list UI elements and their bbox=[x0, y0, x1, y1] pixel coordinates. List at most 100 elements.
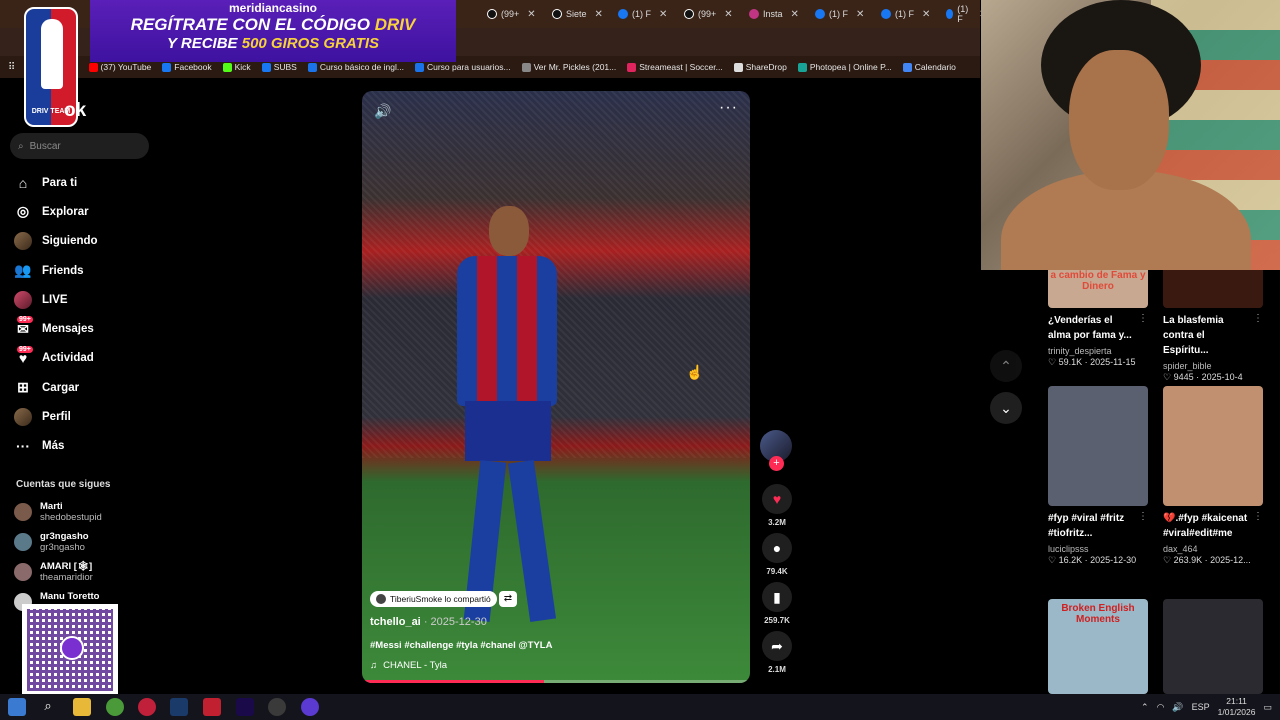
bookmark-item[interactable]: Curso para usuarios... bbox=[414, 62, 511, 72]
sidebar-item-label: Siguiendo bbox=[42, 235, 98, 248]
video-title[interactable]: #fyp #viral #fritz #tiofritz... bbox=[1048, 511, 1138, 541]
close-icon[interactable]: ✕ bbox=[856, 9, 864, 20]
bookmark-item[interactable]: Kick bbox=[222, 62, 251, 72]
close-icon[interactable]: ✕ bbox=[724, 9, 732, 20]
sidebar-item-live[interactable]: LIVE bbox=[14, 285, 98, 314]
video-author[interactable]: tchello_ai bbox=[370, 616, 421, 628]
music-title[interactable]: CHANEL - Tyla bbox=[383, 660, 447, 671]
more-options-icon[interactable]: ⋮ bbox=[1253, 313, 1263, 324]
browser-tab[interactable]: Insta ✕ bbox=[749, 4, 799, 24]
video-player[interactable]: 🔊 ··· TiberiuSmoke lo compartió ⇄ tchell… bbox=[362, 91, 750, 683]
wifi-icon[interactable]: ◠ bbox=[1157, 702, 1165, 713]
browser-tab[interactable]: (1) F ✕ bbox=[815, 4, 864, 24]
volume-tray-icon[interactable]: 🔊 bbox=[1172, 702, 1183, 713]
sidebar-item-cargar[interactable]: ⊞ Cargar bbox=[14, 373, 98, 402]
sidebar-item-para-ti[interactable]: ⌂ Para ti bbox=[14, 168, 98, 197]
video-title[interactable]: La blasfemia contra el Espíritu... bbox=[1163, 313, 1253, 358]
bookmark-item[interactable]: Photopea | Online P... bbox=[797, 62, 892, 72]
video-user[interactable]: luciclipsss bbox=[1048, 543, 1150, 555]
video-card[interactable] bbox=[1163, 599, 1265, 694]
browser-tab[interactable]: (99+ ✕ bbox=[487, 4, 536, 24]
browser-tab[interactable]: (99+ ✕ bbox=[684, 4, 733, 24]
close-icon[interactable]: ✕ bbox=[527, 9, 535, 20]
steam-icon[interactable] bbox=[170, 698, 188, 716]
creator-avatar[interactable]: + bbox=[760, 430, 792, 471]
video-title[interactable]: ¿Venderías el alma por fama y... bbox=[1048, 313, 1138, 343]
video-user[interactable]: dax_464 bbox=[1163, 543, 1265, 555]
comment-button[interactable]: ● bbox=[762, 533, 792, 563]
video-card[interactable]: #fyp #viral #fritz #tiofritz... ⋮ luciclip… bbox=[1048, 386, 1150, 566]
following-account[interactable]: Marti shedobestupid bbox=[14, 497, 102, 527]
tiktok-logo[interactable]: ok bbox=[64, 100, 86, 122]
sidebar-item-friends[interactable]: 👥 Friends bbox=[14, 256, 98, 285]
notification-icon[interactable]: ▭ bbox=[1263, 702, 1272, 713]
following-account[interactable]: gr3ngasho gr3ngasho bbox=[14, 527, 102, 557]
video-thumbnail[interactable] bbox=[1048, 386, 1148, 506]
sidebar-item-actividad[interactable]: ♥ 99+ Actividad bbox=[14, 344, 98, 373]
bookmark-item[interactable]: Facebook bbox=[162, 62, 212, 72]
browser-icon[interactable] bbox=[301, 698, 319, 716]
sidebar-item-mensajes[interactable]: ✉ 99+ Mensajes bbox=[14, 314, 98, 343]
file-explorer-icon[interactable] bbox=[73, 698, 91, 716]
bookmark-label: Calendario bbox=[914, 62, 956, 72]
clock[interactable]: 21:11 1/01/2026 bbox=[1218, 696, 1256, 718]
share-button[interactable]: ➦ bbox=[762, 631, 792, 661]
start-icon[interactable] bbox=[8, 698, 26, 716]
video-card[interactable]: 💔.#fyp #kaicenat #viral#edit#me ⋮ dax_464 ♡… bbox=[1163, 386, 1265, 566]
sidebar-item-siguiendo[interactable]: Siguiendo bbox=[14, 227, 98, 256]
previous-video-button[interactable]: ⌃ bbox=[990, 350, 1022, 382]
more-options-icon[interactable]: ··· bbox=[719, 99, 738, 117]
language-indicator[interactable]: ESP bbox=[1192, 702, 1210, 712]
follow-plus-icon[interactable]: + bbox=[769, 456, 784, 471]
video-progress-bar[interactable] bbox=[362, 680, 750, 683]
sidebar-item-explorar[interactable]: ◎ Explorar bbox=[14, 197, 98, 226]
media-player-icon[interactable] bbox=[138, 698, 156, 716]
video-user[interactable]: trinity_despierta bbox=[1048, 345, 1150, 357]
browser-tab[interactable]: (1) F ✕ bbox=[881, 4, 930, 24]
like-button[interactable]: ♥ bbox=[762, 484, 792, 514]
bookmark-item[interactable]: Ver Mr. Pickles (201... bbox=[521, 62, 616, 72]
bookmark-item[interactable]: Streameast | Soccer... bbox=[627, 62, 723, 72]
next-video-button[interactable]: ⌄ bbox=[990, 392, 1022, 424]
search-input[interactable]: ⌕ Buscar bbox=[10, 133, 149, 159]
video-thumbnail[interactable]: Broken English Moments bbox=[1048, 599, 1148, 694]
heart-icon: ♡ bbox=[1048, 555, 1059, 565]
bookmark-item[interactable]: ShareDrop bbox=[733, 62, 787, 72]
save-button[interactable]: ▮ bbox=[762, 582, 792, 612]
tray-chevron-icon[interactable]: ⌃ bbox=[1141, 702, 1149, 713]
video-card[interactable]: Broken English Moments bbox=[1048, 599, 1150, 694]
video-user[interactable]: spider_bible bbox=[1163, 360, 1265, 372]
browser-tab[interactable]: Siete ✕ bbox=[552, 4, 603, 24]
bookmark-item[interactable]: SUBS bbox=[261, 62, 297, 72]
repost-badge[interactable]: TiberiuSmoke lo compartió bbox=[370, 591, 497, 607]
video-title[interactable]: 💔.#fyp #kaicenat #viral#edit#me bbox=[1163, 511, 1253, 541]
sidebar-item-perfil[interactable]: Perfil bbox=[14, 402, 98, 431]
following-account[interactable]: AMARI [🕸] theamaridior bbox=[14, 557, 102, 587]
banner-code: DRIV bbox=[374, 15, 416, 34]
bookmark-item[interactable]: Curso básico de ingl... bbox=[307, 62, 404, 72]
close-icon[interactable]: ✕ bbox=[659, 9, 667, 20]
bookmark-icon bbox=[414, 62, 424, 72]
obs-icon[interactable] bbox=[268, 698, 286, 716]
more-options-icon[interactable]: ⋮ bbox=[1253, 511, 1263, 522]
sidebar-item-m-s[interactable]: ··· Más bbox=[14, 432, 98, 461]
apps-icon[interactable]: ⠿ bbox=[8, 62, 15, 73]
repost-icon[interactable]: ⇄ bbox=[499, 591, 517, 607]
compass-icon: ◎ bbox=[16, 203, 30, 220]
more-options-icon[interactable]: ⋮ bbox=[1138, 313, 1148, 324]
bookmark-item[interactable]: Calendario bbox=[902, 62, 956, 72]
volume-icon[interactable]: 🔊 bbox=[374, 103, 391, 120]
chrome-icon[interactable] bbox=[106, 698, 124, 716]
premiere-icon[interactable] bbox=[236, 698, 254, 716]
music-icon: ♫ bbox=[370, 660, 378, 671]
browser-tab[interactable]: (1) F ✕ bbox=[618, 4, 667, 24]
close-icon[interactable]: ✕ bbox=[791, 9, 799, 20]
more-options-icon[interactable]: ⋮ bbox=[1138, 511, 1148, 522]
close-icon[interactable]: ✕ bbox=[595, 9, 603, 20]
app-icon[interactable] bbox=[203, 698, 221, 716]
search-taskbar-icon[interactable]: ⌕ bbox=[39, 698, 57, 716]
video-thumbnail[interactable] bbox=[1163, 599, 1263, 694]
bookmark-item[interactable]: (37) YouTube bbox=[88, 62, 151, 72]
close-icon[interactable]: ✕ bbox=[922, 9, 930, 20]
video-thumbnail[interactable] bbox=[1163, 386, 1263, 506]
